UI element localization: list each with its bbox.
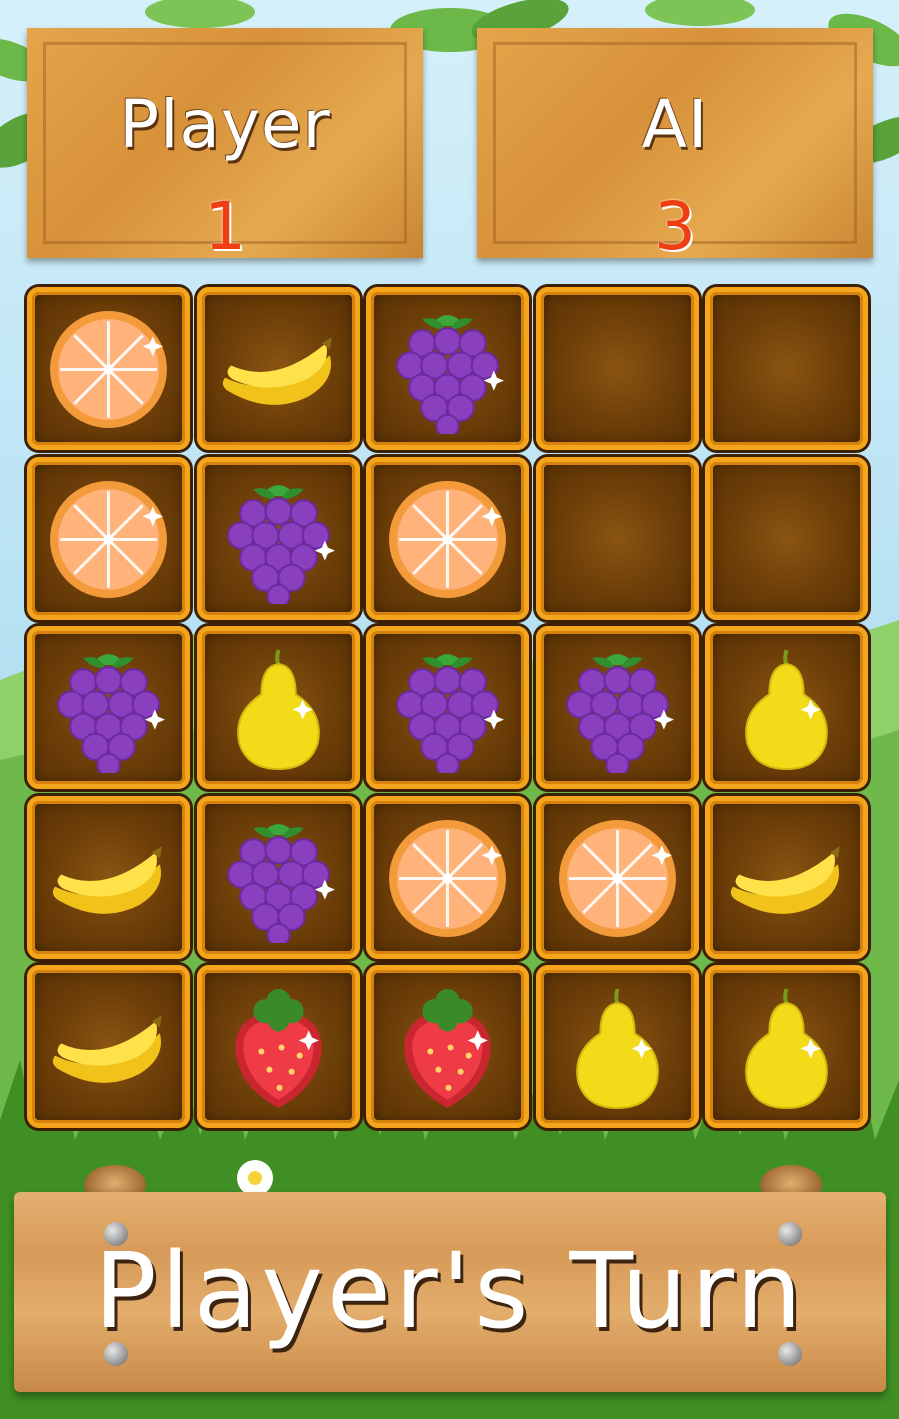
board-cell[interactable] — [705, 795, 868, 959]
banana-icon — [222, 337, 332, 405]
board-cell[interactable] — [366, 287, 529, 450]
board-cell[interactable] — [196, 626, 360, 789]
board-cell[interactable] — [705, 626, 868, 789]
board-cell[interactable] — [535, 626, 699, 789]
orange-icon — [558, 819, 676, 937]
board-cell[interactable] — [27, 456, 190, 620]
board-cell[interactable] — [196, 287, 360, 450]
board-cell[interactable] — [27, 965, 190, 1128]
board-cell[interactable] — [535, 965, 699, 1128]
board-cell[interactable] — [27, 626, 190, 789]
grape-icon — [565, 654, 674, 773]
board-cell[interactable] — [27, 795, 190, 959]
orange-icon — [389, 480, 506, 598]
strawberry-icon — [404, 989, 491, 1108]
grape-icon — [396, 315, 504, 434]
pear-icon — [745, 649, 828, 770]
turn-status: Player's Turn — [94, 1230, 806, 1352]
board-cell[interactable] — [705, 456, 868, 620]
board-cell[interactable] — [366, 965, 529, 1128]
board-cell[interactable] — [27, 287, 190, 450]
pear-icon — [575, 988, 659, 1109]
banana-icon — [730, 845, 840, 914]
board-cell[interactable] — [196, 795, 360, 959]
grape-icon — [226, 484, 335, 604]
pear-icon — [745, 988, 828, 1109]
ai-score-sign: AI 3 — [477, 28, 873, 265]
turn-sign: Player's Turn — [14, 1192, 886, 1392]
ai-label: AI — [641, 86, 709, 163]
orange-icon — [389, 819, 506, 937]
grape-icon — [57, 654, 165, 773]
board-cell[interactable] — [535, 287, 699, 450]
board-cell[interactable] — [535, 795, 699, 959]
orange-icon — [50, 480, 167, 598]
player-score: 1 — [204, 188, 246, 265]
strawberry-icon — [234, 989, 322, 1108]
pear-icon — [236, 649, 320, 770]
board-cell[interactable] — [366, 626, 529, 789]
orange-icon — [50, 311, 167, 428]
banana-icon — [52, 1015, 162, 1083]
banana-icon — [52, 845, 162, 914]
grape-icon — [396, 654, 504, 773]
board-cell[interactable] — [366, 456, 529, 620]
board-cell[interactable] — [196, 456, 360, 620]
board-cell[interactable] — [196, 965, 360, 1128]
player-score-sign: Player 1 — [27, 28, 423, 265]
board-cell[interactable] — [535, 456, 699, 620]
board-cell[interactable] — [366, 795, 529, 959]
grape-icon — [226, 823, 335, 943]
board-cell[interactable] — [705, 965, 868, 1128]
player-label: Player — [119, 86, 331, 163]
game-board — [27, 287, 872, 1132]
ai-score: 3 — [654, 188, 696, 265]
board-cell[interactable] — [705, 287, 868, 450]
